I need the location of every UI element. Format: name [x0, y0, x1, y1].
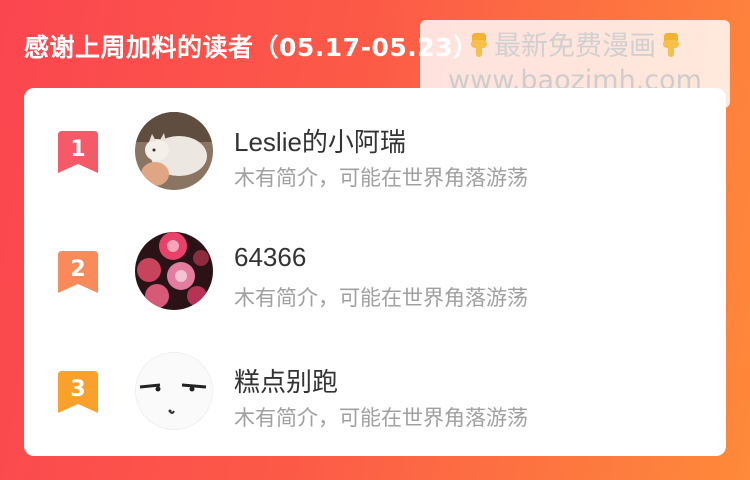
banner-title: 感谢上周加料的读者（05.17-05.23）: [24, 33, 479, 62]
reader-name[interactable]: 糕点别跑: [234, 362, 338, 399]
reader-intro: 木有简介，可能在世界角落游荡: [234, 406, 528, 430]
readers-thanks-banner: 感谢上周加料的读者（05.17-05.23） 最新免费漫画 www.baozim…: [0, 0, 750, 480]
reader-intro: 木有简介，可能在世界角落游荡: [234, 166, 528, 190]
reader-intro: 木有简介，可能在世界角落游荡: [234, 286, 528, 310]
rank-badge: 1: [58, 131, 98, 173]
watermark-text-1: 最新免费漫画: [494, 31, 656, 62]
rank-number: 3: [70, 377, 85, 402]
reader-row[interactable]: 3 糕点别跑 木有简介，可能在世界角落游荡: [24, 352, 726, 432]
rank-badge: 3: [58, 371, 98, 413]
pointing-down-hand-icon: [660, 31, 682, 59]
readers-card: 1 Leslie的小阿瑞 木有简介，可能在世界角落游荡 2 64366 木有简介…: [24, 88, 726, 456]
avatar[interactable]: [135, 352, 213, 430]
pointing-down-hand-icon: [468, 31, 490, 59]
watermark-line1: 最新免费漫画: [420, 30, 730, 64]
rank-number: 1: [70, 137, 85, 162]
rank-number: 2: [70, 257, 85, 282]
avatar[interactable]: [135, 112, 213, 190]
reader-name[interactable]: Leslie的小阿瑞: [234, 122, 406, 159]
avatar[interactable]: [135, 232, 213, 310]
reader-name[interactable]: 64366: [234, 242, 306, 273]
reader-row[interactable]: 1 Leslie的小阿瑞 木有简介，可能在世界角落游荡: [24, 112, 726, 192]
rank-badge: 2: [58, 251, 98, 293]
reader-row[interactable]: 2 64366 木有简介，可能在世界角落游荡: [24, 232, 726, 312]
